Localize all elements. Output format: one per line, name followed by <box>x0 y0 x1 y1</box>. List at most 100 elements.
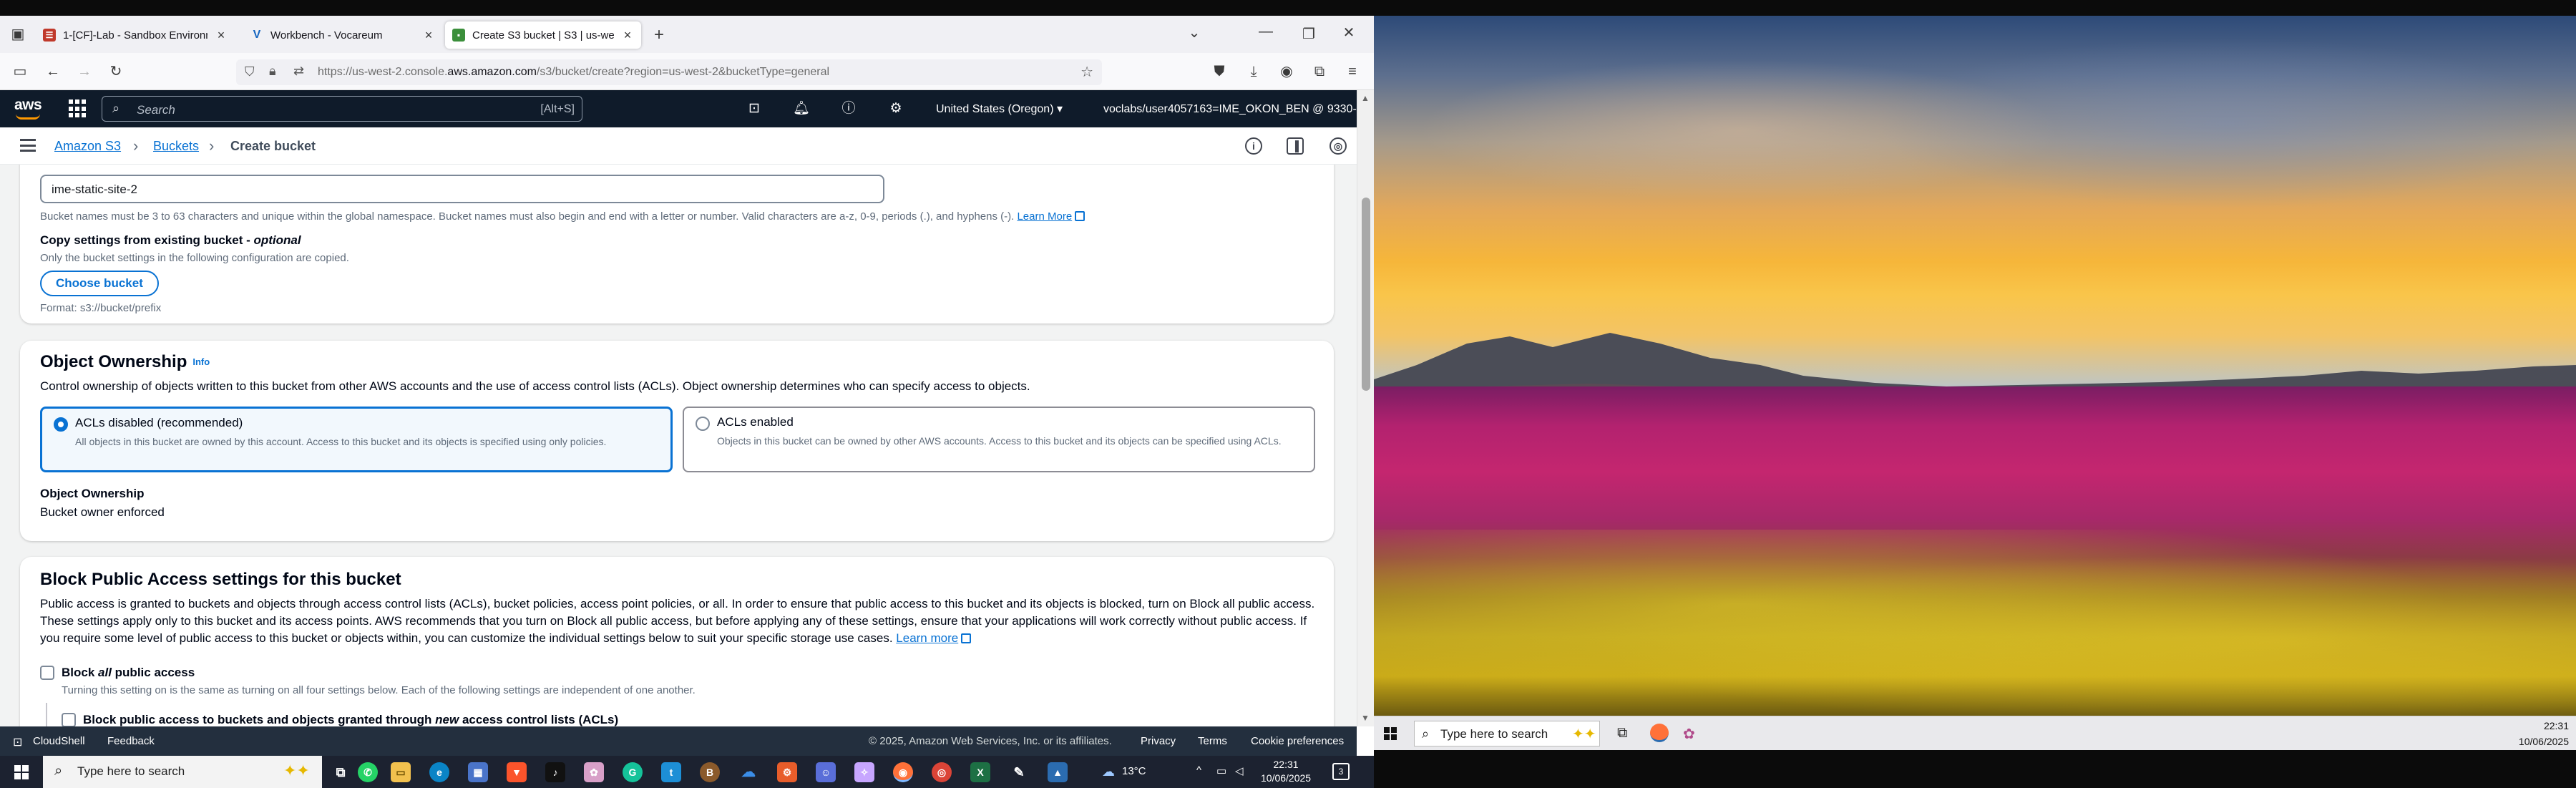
photos-icon[interactable]: ▲ <box>1048 762 1068 782</box>
learn-more-link[interactable]: Learn more <box>896 631 958 645</box>
downloads-icon[interactable]: ⤓ <box>1244 62 1264 82</box>
bookmark-star-icon[interactable]: ☆ <box>1080 63 1093 81</box>
aws-search-input[interactable]: ⌕ Search [Alt+S] <box>102 96 582 122</box>
restore-icon[interactable]: ❐ <box>1298 25 1319 43</box>
cookie-preferences-link[interactable]: Cookie preferences <box>1251 735 1344 747</box>
learn-more-link[interactable]: Learn More <box>1017 210 1072 223</box>
page-scrollbar[interactable]: ▲ ▼ <box>1357 90 1374 726</box>
help-icon[interactable]: ⓘ <box>840 100 857 117</box>
gear-icon[interactable]: ⚙ <box>887 100 904 117</box>
remote-clock[interactable]: 22:31 10/06/2025 <box>2519 718 2569 749</box>
cloudshell-link[interactable]: CloudShell <box>33 735 85 747</box>
excel-icon[interactable]: X <box>970 762 990 782</box>
volume-icon[interactable]: ◁ <box>1235 764 1244 777</box>
cloudshell-icon[interactable]: ⊡ <box>746 100 763 117</box>
grammarly-icon[interactable]: G <box>623 762 643 782</box>
notifications-icon[interactable]: 3 <box>1332 763 1350 780</box>
weather-text[interactable]: 13°C <box>1122 765 1146 777</box>
chevron-down-icon[interactable]: ⌄ <box>1184 24 1205 42</box>
account-icon[interactable]: ◉ <box>1277 62 1297 82</box>
split-panel-icon[interactable]: ▐ <box>1287 137 1304 155</box>
scroll-down-icon[interactable]: ▼ <box>1361 713 1370 723</box>
privacy-link[interactable]: Privacy <box>1141 735 1176 747</box>
whatsapp-icon[interactable]: ✆ <box>358 762 378 782</box>
forward-icon[interactable]: → <box>74 62 94 82</box>
url-text[interactable]: https://us-west-2.console.aws.amazon.com… <box>318 66 829 79</box>
tab-lab[interactable]: ☰ 1-[CF]-Lab - Sandbox Environm × <box>36 21 235 49</box>
scroll-thumb[interactable] <box>1362 198 1370 391</box>
new-tab-icon[interactable]: + <box>648 25 670 45</box>
remote-windows-start-icon[interactable] <box>1384 727 1397 740</box>
chrome-icon[interactable]: ◎ <box>932 762 952 782</box>
address-bar[interactable]: ⛉ 🔒︎ ⇄ https://us-west-2.console.aws.ama… <box>236 59 1102 85</box>
choose-bucket-button[interactable]: Choose bucket <box>40 271 159 296</box>
block-all-public-access-checkbox[interactable] <box>40 666 54 680</box>
app-icon[interactable]: ✿ <box>584 762 604 782</box>
firefox-icon[interactable]: ◉ <box>893 762 913 782</box>
app-t-icon[interactable]: t <box>661 762 681 782</box>
cloudshell-icon[interactable]: ⊡ <box>13 735 22 749</box>
menu-icon[interactable]: ≡ <box>1342 62 1362 82</box>
radio-unselected[interactable] <box>696 417 710 431</box>
hamburger-menu-icon[interactable] <box>20 139 36 152</box>
reload-icon[interactable]: ↻ <box>106 62 126 82</box>
pocket-icon[interactable]: ⛊ <box>1209 62 1229 82</box>
app-orange-icon[interactable]: ⚙ <box>777 762 797 782</box>
edge-icon[interactable]: e <box>429 762 449 782</box>
region-selector[interactable]: United States (Oregon) ▾ <box>936 102 1063 116</box>
feedback-link[interactable]: Feedback <box>107 735 155 747</box>
remote-search-input[interactable]: ⌕ Type here to search ✦✦ <box>1414 721 1600 746</box>
windows-start-icon[interactable] <box>14 765 29 779</box>
calculator-icon[interactable]: ▦ <box>468 762 488 782</box>
close-icon[interactable]: × <box>621 28 634 43</box>
tab-overview-icon[interactable]: ▣ <box>7 25 29 43</box>
account-menu[interactable]: voclabs/user4057163=IME_OKON_BEN @ 9330-… <box>1103 102 1374 116</box>
tab-create-s3-bucket[interactable]: ▪ Create S3 bucket | S3 | us-west- × <box>445 21 641 49</box>
info-link[interactable]: Info <box>192 356 210 367</box>
app-b-icon[interactable]: B <box>700 762 720 782</box>
network-icon[interactable]: ▭ <box>1216 764 1226 777</box>
pen-icon[interactable]: ✎ <box>1009 762 1029 782</box>
aws-logo[interactable]: aws <box>14 97 42 120</box>
sidebar-icon[interactable]: ▭ <box>10 62 30 82</box>
settings-panel-icon[interactable]: ◎ <box>1330 137 1347 155</box>
remote-desktop-view: ⌕ Type here to search ✦✦ ⧉ ✿ 22:31 10/06… <box>1374 0 2576 788</box>
taskbar-search-input[interactable]: ⌕ Type here to search ✦✦ <box>43 756 322 788</box>
terms-link[interactable]: Terms <box>1198 735 1227 747</box>
acls-disabled-option[interactable]: ACLs disabled (recommended) All objects … <box>40 407 673 472</box>
brave-icon[interactable]: ▼ <box>507 762 527 782</box>
breadcrumb-buckets[interactable]: Buckets <box>153 139 199 154</box>
tiktok-icon[interactable]: ♪ <box>545 762 565 782</box>
permissions-icon[interactable]: ⇄ <box>293 64 304 79</box>
app-flower-icon[interactable]: ✿ <box>1683 725 1695 743</box>
extensions-icon[interactable]: ⧉ <box>1309 62 1330 82</box>
onedrive-icon[interactable]: ☁ <box>738 762 758 782</box>
info-panel-icon[interactable]: i <box>1245 137 1262 155</box>
services-grid-icon[interactable] <box>69 99 87 118</box>
tab-vocareum[interactable]: V Workbench - Vocareum × <box>243 21 442 49</box>
scroll-up-icon[interactable]: ▲ <box>1361 93 1370 103</box>
taskbar-clock[interactable]: 22:31 10/06/2025 <box>1261 758 1311 785</box>
bell-icon[interactable]: 🔔︎ <box>793 100 810 117</box>
back-icon[interactable]: ← <box>43 62 63 82</box>
cloud-weather-icon[interactable]: ☁ <box>1102 764 1115 779</box>
bucket-name-input[interactable]: ime-static-site-2 <box>40 175 884 203</box>
chevron-up-icon[interactable]: ^ <box>1196 764 1201 777</box>
block-new-acls-checkbox[interactable] <box>62 713 76 726</box>
app-people-icon[interactable]: ☺ <box>816 762 836 782</box>
breadcrumb-amazon-s3[interactable]: Amazon S3 <box>54 139 121 154</box>
s3-favicon: ▪ <box>452 29 465 42</box>
task-view-icon[interactable]: ⧉ <box>331 762 351 782</box>
minimize-icon[interactable]: — <box>1255 24 1277 40</box>
close-icon[interactable]: × <box>422 28 435 43</box>
task-view-icon[interactable]: ⧉ <box>1617 725 1627 741</box>
lock-icon[interactable]: 🔒︎ <box>269 64 276 79</box>
shield-icon[interactable]: ⛉ <box>245 64 255 79</box>
firefox-icon[interactable] <box>1650 724 1669 742</box>
app-copilot-icon[interactable]: ✧ <box>854 762 874 782</box>
acls-enabled-option[interactable]: ACLs enabled Objects in this bucket can … <box>683 407 1315 472</box>
close-icon[interactable]: × <box>215 28 228 43</box>
file-explorer-icon[interactable]: ▭ <box>391 762 411 782</box>
window-close-icon[interactable]: ✕ <box>1338 24 1360 42</box>
radio-selected[interactable] <box>54 417 68 432</box>
